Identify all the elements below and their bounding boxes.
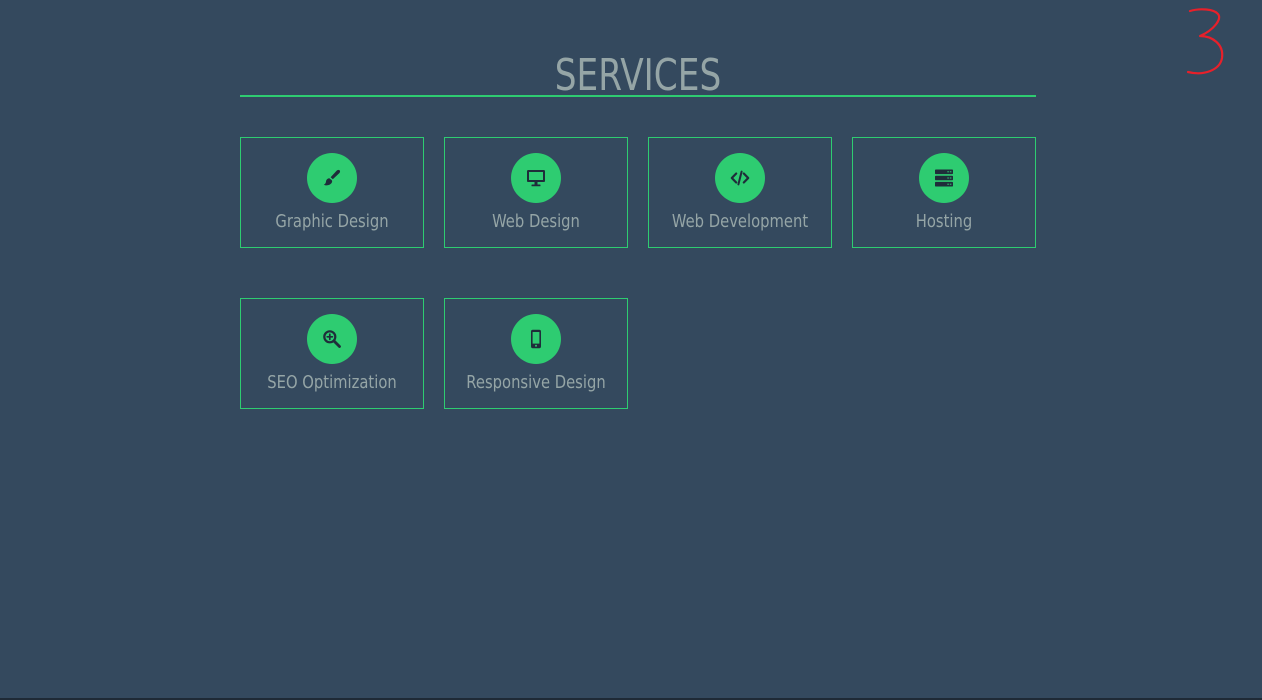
icon-badge (511, 153, 561, 203)
service-label: Web Design (492, 211, 580, 232)
section-header: SERVICES (240, 40, 1036, 101)
monitor-icon (527, 170, 545, 187)
service-card-graphic-design[interactable]: Graphic Design (240, 137, 424, 248)
service-card-seo-optimization[interactable]: SEO Optimization (240, 298, 424, 409)
service-card-web-development[interactable]: Web Development (648, 137, 832, 248)
page-title: SERVICES (554, 50, 722, 101)
service-label: Graphic Design (275, 211, 389, 232)
paint-brush-icon (323, 169, 341, 186)
icon-badge (919, 153, 969, 203)
service-card-responsive-design[interactable]: Responsive Design (444, 298, 628, 409)
service-card-hosting[interactable]: Hosting (852, 137, 1036, 248)
service-label: Responsive Design (466, 372, 606, 393)
code-icon (730, 170, 750, 186)
search-plus-icon (323, 330, 341, 348)
service-label: Web Development (671, 211, 809, 232)
handwritten-annotation-3 (1186, 8, 1224, 75)
service-label: Hosting (915, 211, 973, 232)
service-label: SEO Optimization (267, 372, 397, 393)
mobile-icon (531, 329, 541, 349)
icon-badge (307, 153, 357, 203)
icon-badge (715, 153, 765, 203)
icon-badge (511, 314, 561, 364)
service-card-web-design[interactable]: Web Design (444, 137, 628, 248)
server-icon (935, 169, 953, 187)
icon-badge (307, 314, 357, 364)
